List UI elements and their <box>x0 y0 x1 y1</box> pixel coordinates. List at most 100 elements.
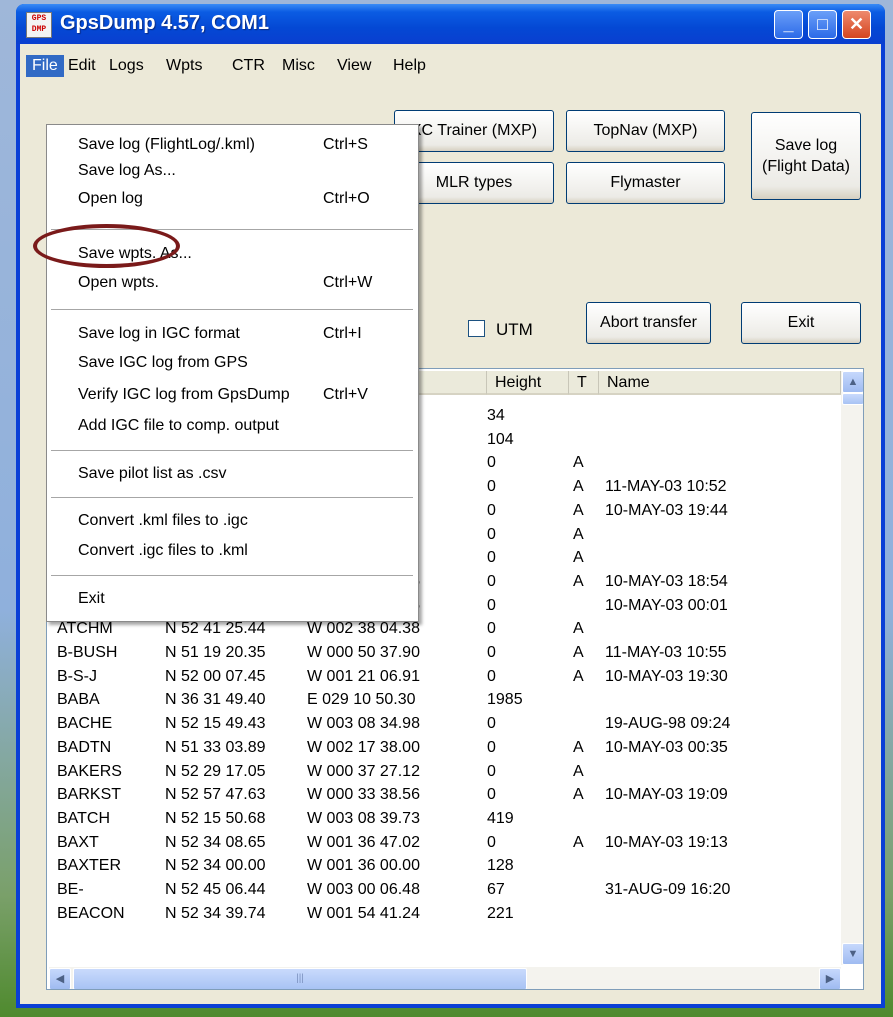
menu-edit[interactable]: Edit <box>68 57 96 75</box>
cell-lat: N 52 41 25.44 <box>165 620 266 638</box>
menu-item-save-log[interactable]: Save log (FlightLog/.kml) Ctrl+S <box>47 133 418 159</box>
menu-file[interactable]: File <box>26 55 64 77</box>
cell-wp: BAXT <box>57 833 99 851</box>
menu-item-open-wpts[interactable]: Open wpts. Ctrl+W <box>47 271 418 297</box>
cell-wp: BACHE <box>57 715 113 733</box>
vertical-scrollbar[interactable]: ▲ ▼ <box>841 371 863 965</box>
menu-item-label: Open log <box>78 190 143 207</box>
exit-label: Exit <box>787 314 815 331</box>
menu-item-verify-igc[interactable]: Verify IGC log from GpsDump Ctrl+V <box>47 383 418 409</box>
utm-checkbox[interactable] <box>468 320 485 337</box>
cell-t: A <box>573 454 584 472</box>
menu-help[interactable]: Help <box>393 57 426 75</box>
menu-item-label: Exit <box>78 590 105 607</box>
cell-h: 0 <box>487 596 496 614</box>
cell-lat: N 52 00 07.45 <box>165 667 266 685</box>
cell-h: 0 <box>487 644 496 661</box>
cell-h: 1985 <box>487 691 523 709</box>
mlr-types-label: MLR types <box>435 174 513 191</box>
utm-label: UTM <box>496 320 533 339</box>
cell-wp: BABA <box>57 691 100 709</box>
cell-lon: W 000 37 27.12 <box>307 762 420 780</box>
menu-view[interactable]: View <box>337 57 371 75</box>
horizontal-scrollbar[interactable]: ◀ ||| ▶ <box>49 967 841 989</box>
scroll-up-icon[interactable]: ▲ <box>842 371 863 393</box>
cell-wp: BATCH <box>57 809 111 827</box>
cell-t: A <box>573 762 584 780</box>
menu-wpts[interactable]: Wpts <box>166 57 202 75</box>
horizontal-scroll-thumb[interactable]: ||| <box>73 968 527 989</box>
window-title: GpsDump 4.57, COM1 <box>60 12 269 34</box>
menu-misc[interactable]: Misc <box>282 57 315 75</box>
column-header-name[interactable]: Name <box>599 371 841 395</box>
cell-lon: E 029 10 50.30 <box>307 691 416 709</box>
cell-wp: B-S-J <box>57 667 97 685</box>
menu-logs[interactable]: Logs <box>109 57 144 75</box>
menu-item-shortcut: Ctrl+O <box>323 190 370 207</box>
cell-h: 221 <box>487 904 514 922</box>
cell-name: 10-MAY-03 18:54 <box>605 572 728 590</box>
abort-transfer-button[interactable]: Abort transfer <box>586 302 711 344</box>
close-button[interactable]: ✕ <box>842 10 871 39</box>
menu-item-add-igc[interactable]: Add IGC file to comp. output <box>47 414 418 440</box>
cell-h: 104 <box>487 430 514 448</box>
menu-ctr[interactable]: CTR <box>232 57 265 75</box>
column-header-height[interactable]: Height <box>487 371 569 395</box>
menu-item-save-igc-from-gps[interactable]: Save IGC log from GPS <box>47 351 418 377</box>
title-bar[interactable]: GPS DMP GpsDump 4.57, COM1 _ □ ✕ <box>16 4 885 44</box>
menu-separator <box>51 450 413 451</box>
menu-item-convert-igc[interactable]: Convert .igc files to .kml <box>47 539 418 565</box>
cell-name: 10-MAY-03 19:30 <box>605 667 728 685</box>
menu-item-label: Save IGC log from GPS <box>78 354 248 371</box>
scroll-left-icon[interactable]: ◀ <box>49 968 71 989</box>
flymaster-button[interactable]: Flymaster <box>566 162 725 204</box>
cell-lat: N 52 15 50.68 <box>165 809 266 827</box>
menu-separator <box>51 575 413 576</box>
cell-lon: W 001 36 47.02 <box>307 833 420 851</box>
cell-t: A <box>573 786 584 804</box>
minimize-button[interactable]: _ <box>774 10 803 39</box>
cell-t: A <box>573 572 584 590</box>
cell-wp: BAXTER <box>57 857 122 875</box>
cell-h: 128 <box>487 857 514 875</box>
cell-t: A <box>573 667 584 685</box>
cell-t: A <box>573 478 584 496</box>
menu-item-convert-kml[interactable]: Convert .kml files to .igc <box>47 509 418 535</box>
cell-h: 0 <box>487 833 496 851</box>
menu-item-exit[interactable]: Exit <box>47 587 418 613</box>
cell-h: 34 <box>487 407 505 424</box>
cell-h: 0 <box>487 786 496 804</box>
exit-button[interactable]: Exit <box>741 302 861 344</box>
scroll-down-icon[interactable]: ▼ <box>842 943 863 965</box>
cell-lon: W 001 21 06.91 <box>307 667 420 685</box>
maximize-button[interactable]: □ <box>808 10 837 39</box>
menu-item-shortcut: Ctrl+S <box>323 136 368 153</box>
menu-item-open-log[interactable]: Open log Ctrl+O <box>47 187 418 213</box>
cell-name: 10-MAY-03 19:44 <box>605 501 728 519</box>
cell-h: 0 <box>487 454 496 472</box>
vertical-scroll-thumb[interactable] <box>842 393 863 405</box>
menu-item-save-pilot-list[interactable]: Save pilot list as .csv <box>47 462 418 488</box>
topnav-button[interactable]: TopNav (MXP) <box>566 110 725 152</box>
cell-lon: W 003 08 39.73 <box>307 809 420 827</box>
column-header-t[interactable]: T <box>569 371 599 395</box>
cell-h: 0 <box>487 478 496 496</box>
cell-lat: N 52 34 08.65 <box>165 833 266 851</box>
menu-item-save-log-as[interactable]: Save log As... <box>47 159 418 185</box>
cell-wp: BADTN <box>57 738 112 756</box>
menu-item-save-igc[interactable]: Save log in IGC format Ctrl+I <box>47 322 418 348</box>
cell-name: 11-MAY-03 10:52 <box>605 478 727 496</box>
xc-trainer-label: XC Trainer (MXP) <box>410 122 538 139</box>
cell-name: 19-AUG-98 09:24 <box>605 715 731 733</box>
scroll-right-icon[interactable]: ▶ <box>819 968 841 989</box>
cell-t: A <box>573 738 584 756</box>
cell-wp: BEACON <box>57 904 125 922</box>
cell-lat: N 51 33 03.89 <box>165 738 266 756</box>
save-log-button[interactable]: Save log (Flight Data) <box>751 112 861 200</box>
file-menu-dropdown: Save log (FlightLog/.kml) Ctrl+S Save log… <box>46 124 419 622</box>
cell-name: 11-MAY-03 10:55 <box>605 644 727 661</box>
cell-lon: W 003 00 06.48 <box>307 881 420 898</box>
cell-lat: N 52 34 39.74 <box>165 904 266 922</box>
cell-name: 31-AUG-09 16:20 <box>605 881 731 898</box>
cell-lon: W 003 08 34.98 <box>307 715 420 733</box>
